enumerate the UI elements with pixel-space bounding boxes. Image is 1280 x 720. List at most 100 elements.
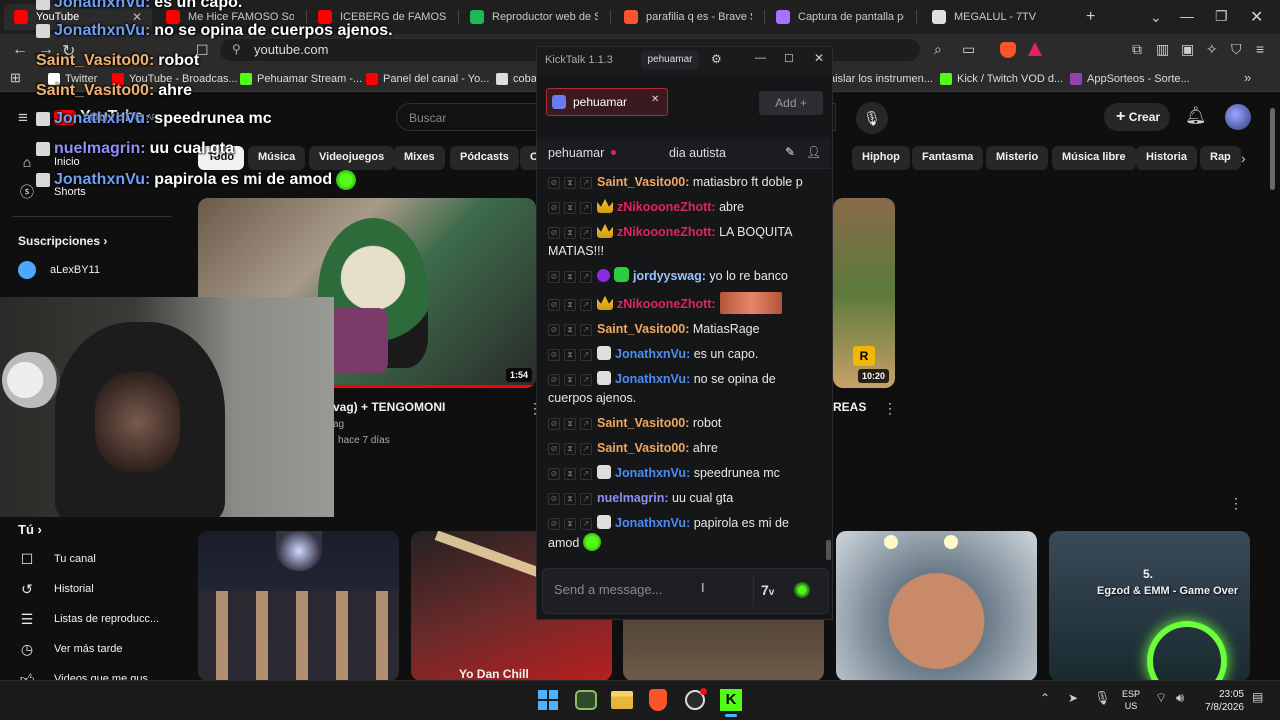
chip-videojuegos[interactable]: Videojuegos (309, 146, 395, 170)
ban-icon[interactable]: ⧗ (564, 517, 576, 530)
reply-icon[interactable]: ↗ (580, 467, 592, 480)
ban-icon[interactable]: ⧗ (564, 417, 576, 430)
message-actions[interactable]: ⊘ ⧗ ↗ (548, 492, 592, 505)
message-actions[interactable]: ⊘ ⧗ ↗ (548, 270, 592, 283)
sidebar-item-ver-mas-tarde[interactable]: ◷ Ver más tarde (18, 637, 123, 661)
wallet-icon[interactable]: ▣ (1181, 41, 1194, 58)
chat-tab-pehuamar[interactable]: pehuamar ✕ (546, 88, 668, 116)
notification-center-icon[interactable]: ▤ (1252, 690, 1263, 704)
chat-username[interactable]: zNikoooneZhott: (617, 200, 716, 214)
sidebar-item-historial[interactable]: ↺ Historial (18, 577, 94, 601)
reply-icon[interactable]: ↗ (580, 323, 592, 336)
chat-message[interactable]: ⊘ ⧗ ↗ nuelmagrin: uu cual gta (537, 486, 831, 511)
ban-icon[interactable]: ⧗ (564, 492, 576, 505)
chat-username[interactable]: Saint_Vasito00: (597, 175, 689, 189)
wifi-icon[interactable]: ⌔ (1155, 690, 1167, 706)
video-thumbnail-2[interactable]: R 10:20 (833, 198, 895, 388)
close-window-button[interactable]: ✕ (1250, 7, 1263, 27)
browser-tab[interactable]: Reproductor web de Spo (460, 4, 608, 30)
reply-icon[interactable]: ↗ (580, 201, 592, 214)
sidebar-item-listas[interactable]: ☰ Listas de reproducc... (18, 607, 159, 631)
chat-message[interactable]: ⊘ ⧗ ↗ zNikoooneZhott: abre (537, 195, 831, 220)
message-actions[interactable]: ⊘ ⧗ ↗ (548, 226, 592, 239)
bookmark-item[interactable]: Kick / Twitch VOD d... (940, 70, 1063, 88)
reply-icon[interactable]: ↗ (580, 417, 592, 430)
message-actions[interactable]: ⊘ ⧗ ↗ (548, 517, 592, 530)
ban-icon[interactable]: ⧗ (564, 467, 576, 480)
video-options-icon[interactable]: ⋮ (883, 400, 897, 417)
ban-icon[interactable]: ⧗ (564, 373, 576, 386)
browser-tab[interactable]: MEGALUL - 7TV (922, 4, 1070, 30)
chip-fantasma[interactable]: Fantasma (912, 146, 984, 170)
yt-menu-icon[interactable]: ≡ (18, 108, 28, 128)
chat-username[interactable]: Saint_Vasito00: (597, 322, 689, 336)
brave-app-icon[interactable] (649, 689, 667, 711)
ban-icon[interactable]: ⧗ (564, 226, 576, 239)
clock[interactable]: 23:05 7/8/2026 (1200, 688, 1244, 714)
site-info-icon[interactable]: ⚲ (232, 42, 241, 56)
chat-username[interactable]: jordyyswag: (633, 269, 706, 283)
reply-icon[interactable]: ↗ (580, 492, 592, 505)
chat-header-channel[interactable]: pehuamar (548, 146, 616, 160)
vpn-icon[interactable]: ⛉ (1231, 41, 1242, 58)
timeout-icon[interactable]: ⊘ (548, 348, 560, 361)
chat-message[interactable]: ⊘ ⧗ ↗ Saint_Vasito00: MatiasRage (537, 317, 831, 342)
voice-search-button[interactable]: 🎙 (856, 102, 888, 134)
leo-ai-icon[interactable]: ✧ (1206, 41, 1218, 58)
message-actions[interactable]: ⊘ ⧗ ↗ (548, 323, 592, 336)
chat-message[interactable]: ⊘ ⧗ ↗ zNikoooneZhott: (537, 289, 831, 317)
timeout-icon[interactable]: ⊘ (548, 492, 560, 505)
ban-icon[interactable]: ⧗ (564, 201, 576, 214)
chip-misterio[interactable]: Misterio (986, 146, 1049, 170)
bookmark-item[interactable]: Panel del canal - Yo... (366, 70, 489, 88)
menu-icon[interactable]: ≡ (1256, 41, 1264, 57)
tray-app-icon[interactable]: ➤ (1068, 691, 1078, 705)
browser-tab[interactable]: parafilia q es - Brave Sear (614, 4, 762, 30)
minimize-window-button[interactable]: — (1180, 8, 1194, 24)
kt-minimize-button[interactable]: — (755, 52, 766, 64)
timeout-icon[interactable]: ⊘ (548, 201, 560, 214)
timeout-icon[interactable]: ⊘ (548, 226, 560, 239)
chat-username[interactable]: Saint_Vasito00: (597, 416, 689, 430)
message-actions[interactable]: ⊘ ⧗ ↗ (548, 373, 592, 386)
microphone-icon[interactable]: 🎙︎ (1094, 690, 1111, 706)
message-actions[interactable]: ⊘ ⧗ ↗ (548, 417, 592, 430)
brave-shields-icon[interactable] (1000, 42, 1016, 58)
timeout-icon[interactable]: ⊘ (548, 517, 560, 530)
page-scrollbar[interactable] (1270, 108, 1275, 190)
timeout-icon[interactable]: ⊘ (548, 270, 560, 283)
maximize-window-button[interactable]: ❐ (1215, 8, 1228, 25)
start-button[interactable] (538, 690, 558, 710)
chip-historia[interactable]: Historia (1136, 146, 1197, 170)
you-heading[interactable]: Tú › (18, 522, 42, 537)
user-list-icon[interactable]: 👤︎ (806, 145, 821, 159)
create-button[interactable]: + Crear (1104, 103, 1170, 131)
message-actions[interactable]: ⊘ ⧗ ↗ (548, 176, 592, 189)
add-chat-button[interactable]: Add + (759, 91, 823, 115)
chat-message[interactable]: ⊘ ⧗ ↗ jordyyswag: yo lo re banco (537, 264, 831, 289)
timeout-icon[interactable]: ⊘ (548, 442, 560, 455)
reply-icon[interactable]: ↗ (580, 442, 592, 455)
file-explorer-icon[interactable] (611, 691, 633, 709)
apps-grid-icon[interactable]: ⊞ (10, 70, 21, 86)
xbox-app-icon[interactable] (575, 690, 597, 710)
cast-icon[interactable]: ▭ (962, 41, 975, 58)
chip-hiphop[interactable]: Hiphop (852, 146, 910, 170)
reply-icon[interactable]: ↗ (580, 373, 592, 386)
kicktalk-app-icon[interactable]: K (720, 689, 742, 711)
chat-username[interactable]: JonathxnVu: (615, 516, 690, 530)
video-channel[interactable]: ag (333, 419, 344, 430)
reply-icon[interactable]: ↗ (580, 298, 592, 311)
chat-input[interactable]: Send a message... (554, 582, 734, 602)
chat-username[interactable]: zNikoooneZhott: (617, 297, 716, 311)
chat-message[interactable]: ⊘ ⧗ ↗ Saint_Vasito00: matiasbro ft doble p (537, 170, 831, 195)
timeout-icon[interactable]: ⊘ (548, 467, 560, 480)
chip-rap[interactable]: Rap (1200, 146, 1241, 170)
reply-icon[interactable]: ↗ (580, 270, 592, 283)
chat-message[interactable]: ⊘ ⧗ ↗ Saint_Vasito00: ahre (537, 436, 831, 461)
timeout-icon[interactable]: ⊘ (548, 176, 560, 189)
chip-música-libre[interactable]: Música libre (1052, 146, 1136, 170)
message-actions[interactable]: ⊘ ⧗ ↗ (548, 201, 592, 214)
video-title[interactable]: vag) + TENGOMONI (333, 400, 445, 414)
language-indicator[interactable]: ESP US (1122, 688, 1140, 712)
